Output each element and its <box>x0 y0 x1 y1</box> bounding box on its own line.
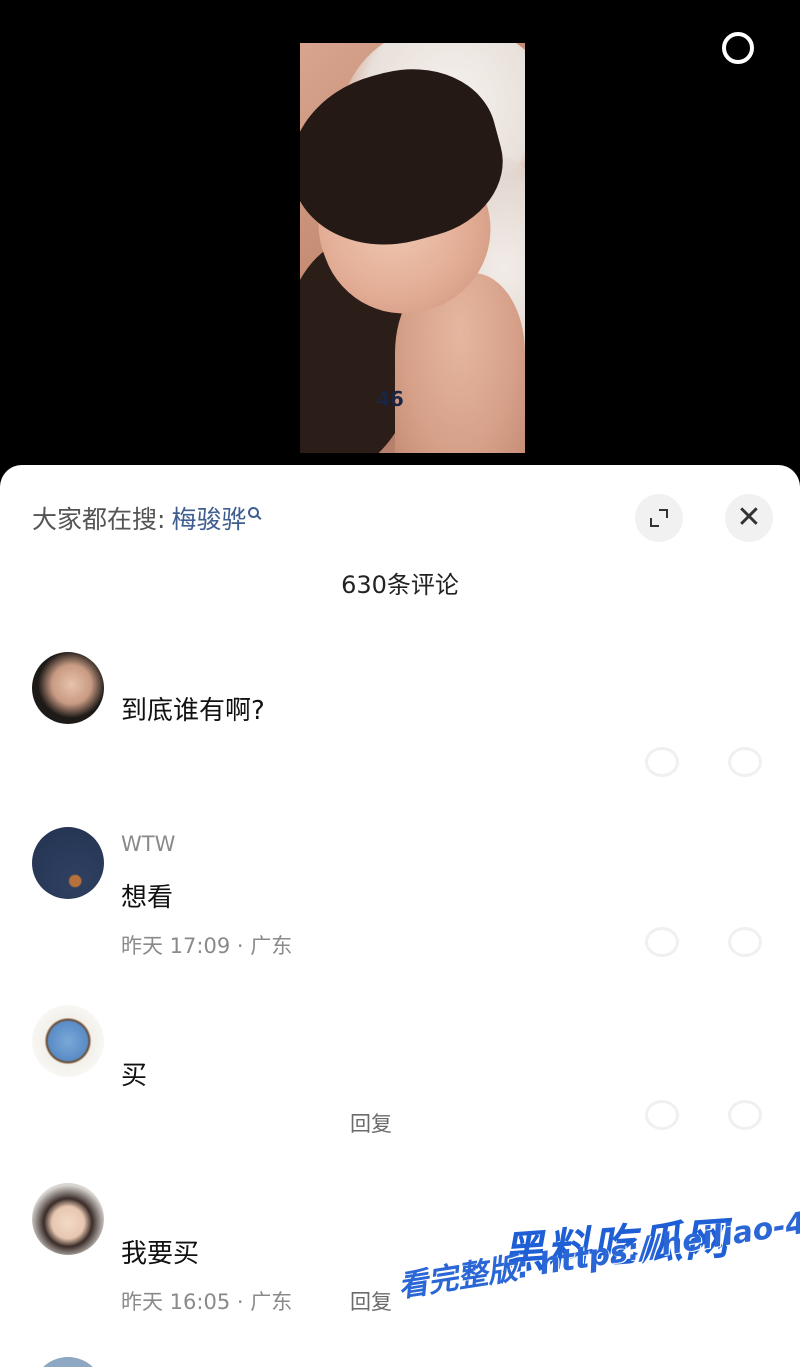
like-icon[interactable] <box>728 927 762 957</box>
close-icon: ✕ <box>736 500 762 535</box>
comment-meta: 昨天 17:09 · 广东 <box>121 934 293 958</box>
close-button[interactable]: ✕ <box>725 494 773 542</box>
trending-search[interactable]: 大家都在搜: 梅骏骅 <box>32 500 260 536</box>
video-frame[interactable]: 46 <box>300 43 525 453</box>
trending-search-label: 大家都在搜: <box>32 505 166 534</box>
like-icon[interactable] <box>728 747 762 777</box>
expand-icon <box>650 509 668 527</box>
avatar[interactable] <box>32 1005 104 1077</box>
comment-text: 想看 <box>121 883 174 913</box>
avatar[interactable] <box>32 1183 104 1255</box>
reply-icon[interactable] <box>645 927 679 957</box>
comment-text: 到底谁有啊? <box>121 696 265 726</box>
reply-icon[interactable] <box>645 1100 679 1130</box>
expand-button[interactable] <box>635 494 683 542</box>
comment-count: 630条评论 <box>341 571 459 599</box>
reply-button[interactable]: 回复 <box>350 1108 392 1138</box>
comment-text: 我要买 <box>121 1239 200 1269</box>
reply-icon[interactable] <box>645 747 679 777</box>
video-watermark: 46 <box>376 387 404 411</box>
comment-text: 买 <box>121 1061 148 1091</box>
reply-button[interactable]: 回复 <box>350 1286 392 1316</box>
video-player[interactable]: 46 <box>0 0 800 480</box>
avatar[interactable] <box>32 827 104 899</box>
avatar[interactable] <box>32 652 104 724</box>
comment-username[interactable]: WTW <box>121 832 175 856</box>
trending-search-keyword[interactable]: 梅骏骅 <box>171 500 246 536</box>
avatar[interactable] <box>32 1357 104 1367</box>
comment-meta: 昨天 16:05 · 广东 <box>121 1290 293 1314</box>
search-icon <box>248 506 260 518</box>
like-icon[interactable] <box>728 1100 762 1130</box>
loading-ring-icon <box>722 32 754 64</box>
